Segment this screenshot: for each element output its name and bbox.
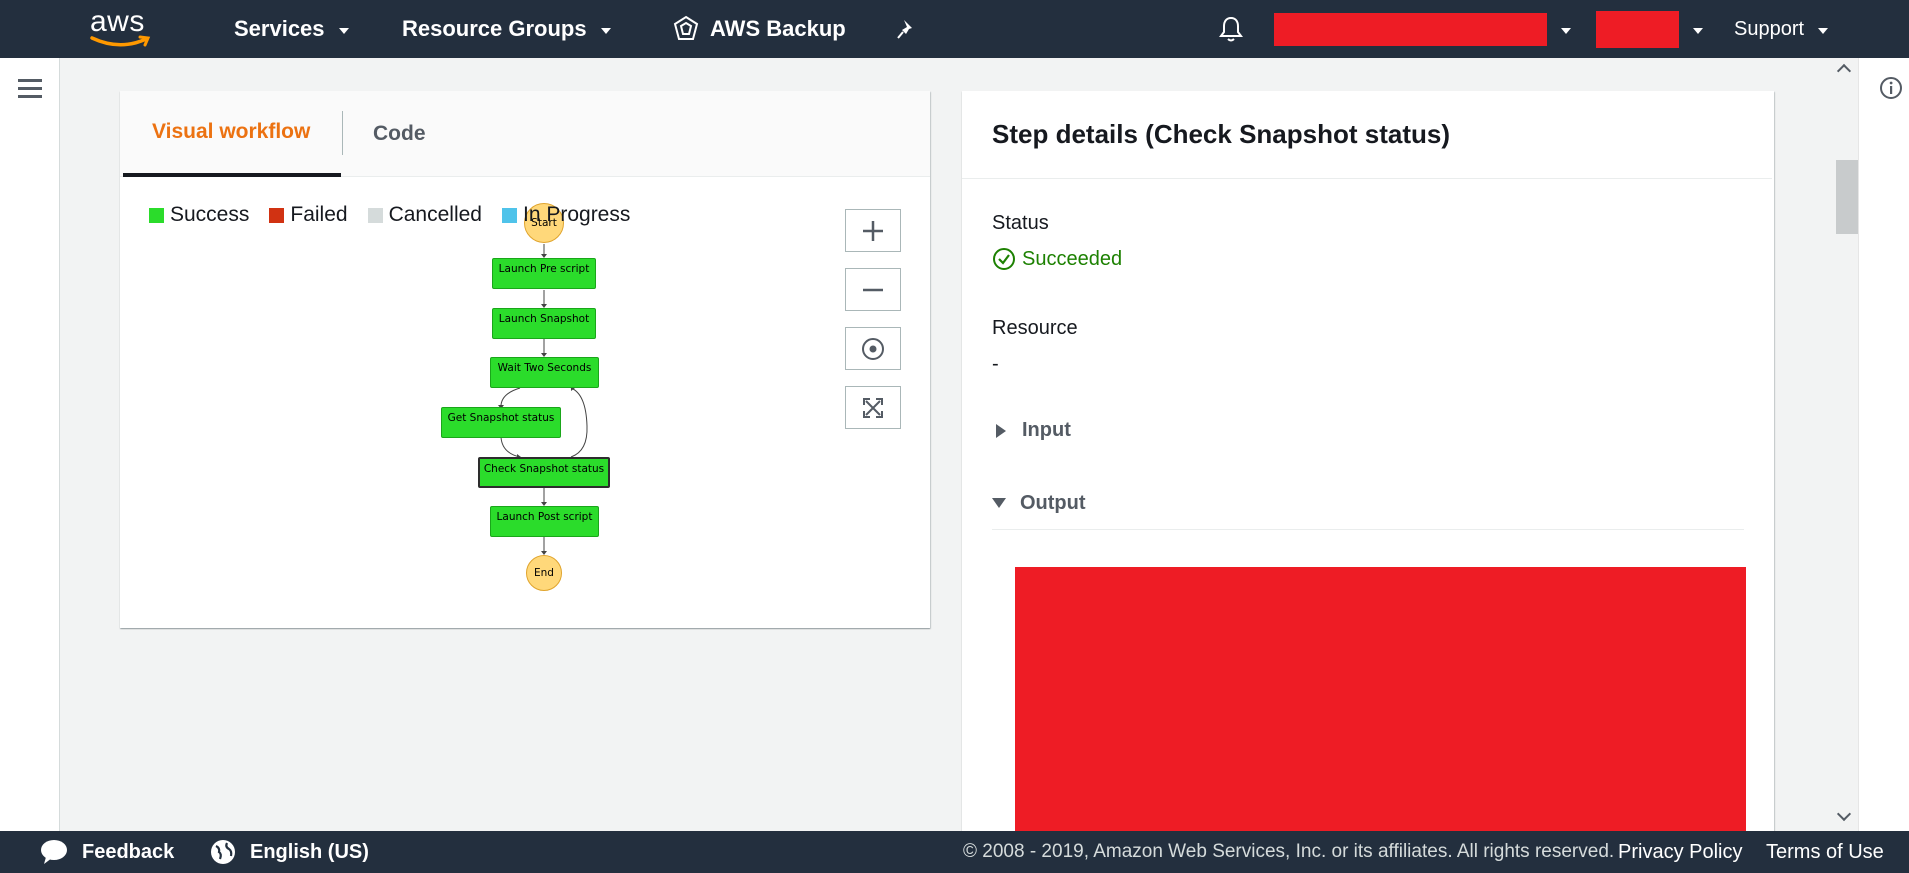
aws-backup-label: AWS Backup <box>710 16 846 41</box>
console-footer: Feedback English (US) © 2008 - 2019, Ama… <box>0 831 1909 873</box>
redacted-output-content <box>1015 567 1746 831</box>
pin-icon[interactable] <box>896 0 918 58</box>
legend-swatch <box>149 207 164 223</box>
workflow-step-launch-pre-script[interactable]: Launch Pre script <box>492 258 596 289</box>
chevron-down-icon <box>1693 27 1703 34</box>
caret-down-icon <box>992 498 1006 508</box>
aws-backup-icon <box>673 15 699 40</box>
legend-swatch <box>269 207 285 223</box>
step-label: Launch Post script <box>496 511 593 523</box>
copyright-text: © 2008 - 2019, Amazon Web Services, Inc.… <box>963 841 1615 862</box>
resource-value: - <box>992 353 999 375</box>
language-label: English (US) <box>250 840 369 863</box>
step-label: Check Snapshot status <box>483 463 605 475</box>
workflow-end-node[interactable]: End <box>526 555 562 591</box>
step-details-title: Step details (Check Snapshot status) <box>992 119 1450 149</box>
zoom-out-button[interactable] <box>845 268 901 311</box>
center-graph-button[interactable] <box>845 327 901 370</box>
chevron-down-icon <box>338 27 349 34</box>
speech-bubble-icon <box>41 840 67 864</box>
minus-icon <box>863 288 883 291</box>
aws-logo[interactable]: aws <box>90 0 154 58</box>
legend-label: Cancelled <box>388 203 482 226</box>
feedback-button[interactable]: Feedback <box>40 831 174 873</box>
status-label: Status <box>992 212 1049 234</box>
aws-backup-shortcut[interactable]: AWS Backup <box>672 0 846 58</box>
scroll-up-arrow-icon[interactable] <box>1836 63 1852 79</box>
chevron-down-icon <box>1561 27 1571 34</box>
legend-label: Success <box>170 203 250 226</box>
support-menu[interactable]: Support <box>1734 0 1829 58</box>
workflow-step-check-snapshot-status[interactable]: Check Snapshot status <box>478 457 610 488</box>
top-navigation-bar: aws Services Resource Groups AWS Backup … <box>0 0 1909 58</box>
side-navigation <box>0 58 60 831</box>
expand-icon <box>863 397 883 418</box>
step-details-panel: Step details (Check Snapshot status) Sta… <box>962 91 1774 831</box>
resource-label: Resource <box>992 317 1078 339</box>
resource-groups-menu[interactable]: Resource Groups <box>402 0 611 58</box>
scrollbar-thumb[interactable] <box>1836 160 1860 234</box>
legend-label: Failed <box>290 203 348 226</box>
feedback-label: Feedback <box>82 840 175 863</box>
step-label: Get Snapshot status <box>447 412 555 424</box>
region-menu[interactable] <box>1596 0 1703 58</box>
legend-swatch <box>367 207 383 223</box>
check-circle-icon <box>993 248 1015 270</box>
chevron-down-icon <box>600 27 611 34</box>
support-label: Support <box>1734 17 1805 40</box>
step-label: Launch Pre script <box>498 263 590 275</box>
aws-logo-text: aws <box>90 5 145 38</box>
language-selector[interactable]: English (US) <box>210 831 369 873</box>
end-node-label: End <box>534 567 554 579</box>
status-value: Succeeded <box>992 247 1122 271</box>
privacy-policy-link[interactable]: Privacy Policy <box>1618 831 1742 873</box>
legend-swatch <box>501 207 517 223</box>
workflow-step-launch-snapshot[interactable]: Launch Snapshot <box>492 308 596 339</box>
aws-smile-icon <box>90 35 151 47</box>
workflow-step-launch-post-script[interactable]: Launch Post script <box>490 506 599 537</box>
step-label: Wait Two Seconds <box>497 362 592 374</box>
services-label: Services <box>234 16 325 41</box>
step-label: Launch Snapshot <box>498 313 590 325</box>
chevron-down-icon <box>1818 27 1829 34</box>
legend-label: In Progress <box>522 203 631 226</box>
notifications-bell-icon[interactable] <box>1218 0 1244 58</box>
target-icon <box>862 337 884 360</box>
plus-icon <box>863 220 883 241</box>
status-value-text: Succeeded <box>1022 247 1123 270</box>
input-expander-label: Input <box>1022 419 1071 441</box>
resource-groups-label: Resource Groups <box>402 16 587 41</box>
input-expander[interactable]: Input <box>992 419 1071 442</box>
help-panel-rail <box>1858 58 1909 831</box>
workflow-legend: Success Failed Cancelled In Progress <box>149 203 650 227</box>
redacted-account-name <box>1274 12 1547 46</box>
output-expander-label: Output <box>1020 492 1086 514</box>
legend-item-cancelled: Cancelled <box>367 203 482 227</box>
info-icon[interactable] <box>1879 76 1903 100</box>
scroll-down-arrow-icon[interactable] <box>1836 806 1852 822</box>
account-menu[interactable] <box>1274 0 1571 58</box>
services-menu[interactable]: Services <box>234 0 349 58</box>
workflow-step-get-snapshot-status[interactable]: Get Snapshot status <box>441 407 561 438</box>
caret-right-icon <box>996 423 1006 438</box>
workflow-step-wait-two-seconds[interactable]: Wait Two Seconds <box>490 357 599 388</box>
fit-to-screen-button[interactable] <box>845 386 901 429</box>
hamburger-menu-icon[interactable] <box>18 79 42 99</box>
legend-item-failed: Failed <box>269 203 348 227</box>
redacted-region-name <box>1596 10 1679 48</box>
terms-of-use-link[interactable]: Terms of Use <box>1766 831 1884 873</box>
legend-item-in-progress: In Progress <box>501 203 631 227</box>
step-details-header: Step details (Check Snapshot status) <box>962 91 1772 179</box>
output-expander[interactable]: Output <box>992 492 1744 530</box>
workflow-panel: Visual workflow Code Start Launch Pre sc… <box>120 91 930 628</box>
zoom-in-button[interactable] <box>845 209 901 252</box>
legend-item-success: Success <box>149 203 249 227</box>
globe-icon <box>211 840 235 864</box>
